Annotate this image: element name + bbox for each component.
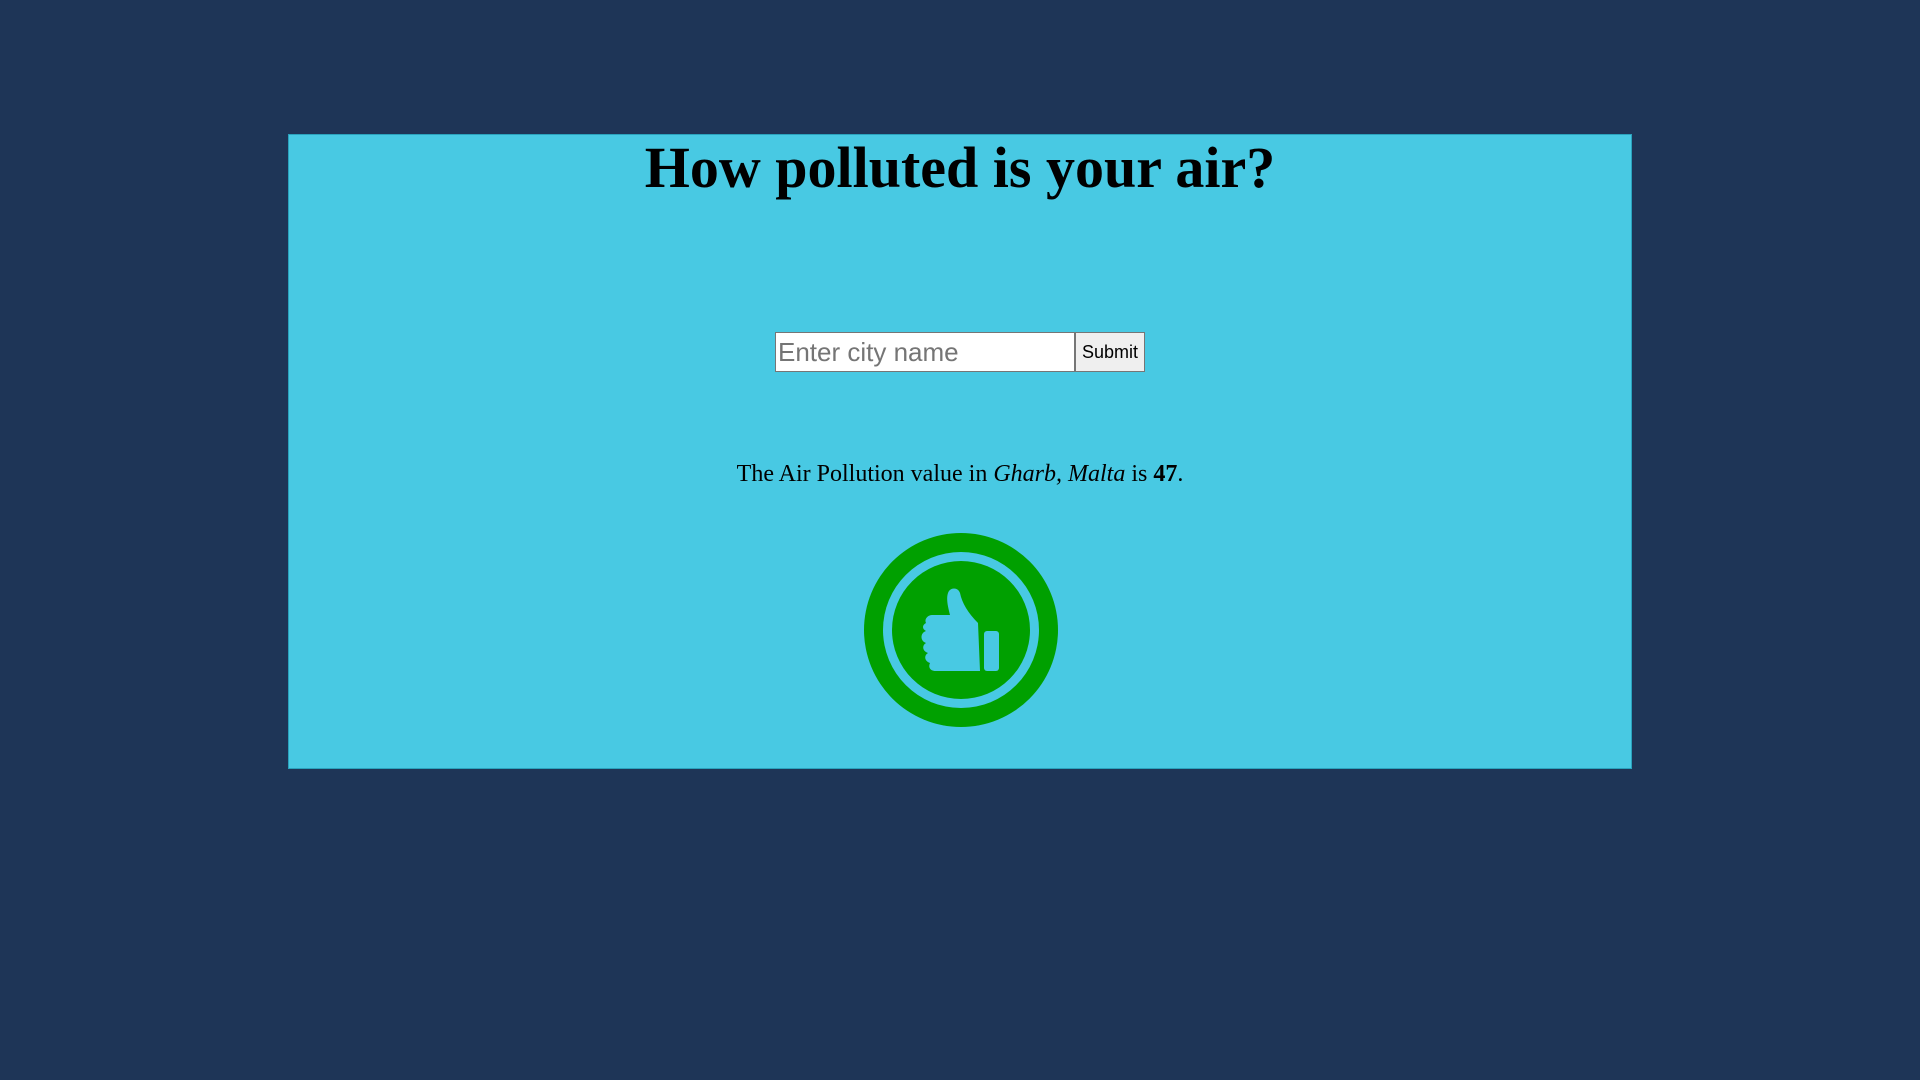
result-suffix: . — [1177, 461, 1184, 487]
pollution-result: The Air Pollution value in Gharb, Malta … — [289, 459, 1631, 489]
city-name-input[interactable] — [775, 332, 1075, 372]
search-form: Submit — [775, 332, 1145, 372]
thumbs-up-icon — [864, 533, 1058, 727]
result-middle: is — [1125, 461, 1154, 487]
submit-button[interactable]: Submit — [1075, 332, 1145, 372]
main-panel: How polluted is your air? Submit The Air… — [288, 134, 1632, 769]
result-value: 47 — [1153, 461, 1178, 487]
result-city: Gharb, Malta — [993, 461, 1126, 487]
page-title: How polluted is your air? — [644, 135, 1276, 200]
result-prefix: The Air Pollution value in — [736, 461, 994, 487]
